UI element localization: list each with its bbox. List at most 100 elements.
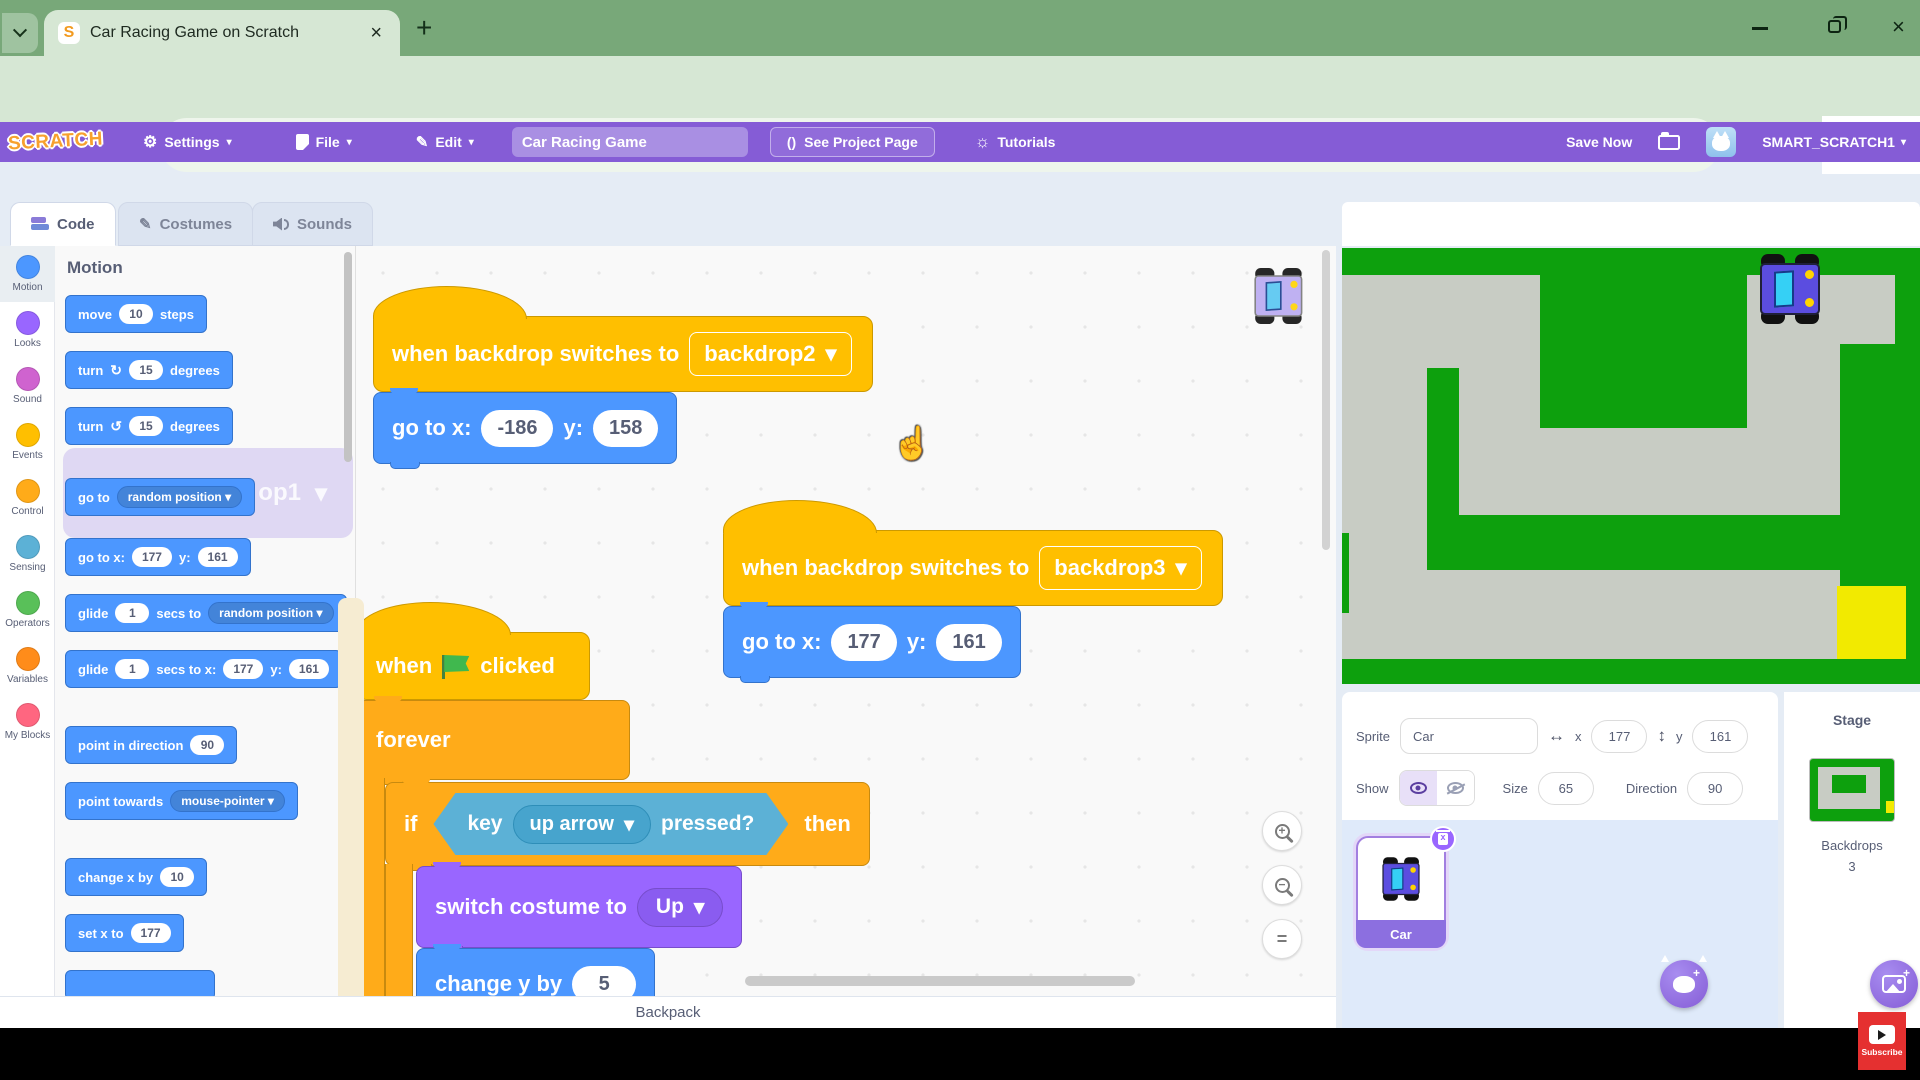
see-project-page-button[interactable]: () See Project Page [770, 127, 935, 157]
backpack-bar[interactable]: Backpack [0, 996, 1336, 1028]
sidebar-item-looks[interactable]: Looks [0, 302, 55, 358]
backdrop-dropdown[interactable]: backdrop2▾ [689, 332, 851, 376]
costume-dropdown[interactable]: Up▾ [637, 888, 724, 927]
direction-input[interactable]: 90 [1687, 772, 1743, 805]
block-input[interactable]: 177 [131, 923, 171, 943]
sidebar-item-sensing[interactable]: Sensing [0, 526, 55, 582]
block-goto-xy-b[interactable]: go to x: 177 y: 161 [723, 606, 1021, 678]
x-input[interactable]: 177 [831, 624, 896, 661]
y-input[interactable]: 158 [593, 410, 658, 447]
block-input[interactable]: 1 [115, 659, 149, 679]
sprite-card-car[interactable]: Car [1356, 836, 1446, 948]
backdrop-dropdown[interactable]: backdrop3▾ [1039, 546, 1201, 590]
block-key-pressed[interactable]: key up arrow▾ pressed? [433, 793, 788, 855]
sidebar-item-operators[interactable]: Operators [0, 582, 55, 638]
block-when-backdrop2[interactable]: when backdrop switches to backdrop2▾ [373, 316, 873, 392]
sidebar-item-variables[interactable]: Variables [0, 638, 55, 694]
block-switch-costume[interactable]: switch costume to Up▾ [416, 866, 742, 948]
account-menu[interactable]: SMART_SCRATCH1 ▾ [1762, 134, 1906, 150]
tutorials-button[interactable]: ☼ Tutorials [975, 132, 1056, 152]
delete-sprite-button[interactable] [1430, 826, 1456, 852]
palette-block[interactable]: glide1secs torandom position ▾ [65, 594, 347, 632]
block-dropdown[interactable]: mouse-pointer ▾ [170, 790, 285, 812]
block-dropdown[interactable]: random position ▾ [117, 486, 242, 508]
palette-block[interactable]: glide1secs to x:177y:161 [65, 650, 342, 688]
code-area[interactable]: when backdrop switches to backdrop2▾ go … [356, 246, 1336, 996]
block-input[interactable]: 1 [115, 603, 149, 623]
subscribe-badge[interactable]: Subscribe [1858, 1012, 1906, 1070]
car-sprite[interactable] [1757, 254, 1823, 324]
block-input[interactable]: 15 [129, 416, 163, 436]
sidebar-item-control[interactable]: Control [0, 470, 55, 526]
block-input[interactable]: 10 [119, 304, 153, 324]
palette-block[interactable]: point in direction90 [65, 726, 237, 764]
block-change-y[interactable]: change y by 5 [416, 948, 655, 996]
zoom-reset-button[interactable]: = [1262, 919, 1302, 959]
close-button[interactable]: × [1892, 16, 1905, 38]
block-when-flag-clicked[interactable]: when clicked [357, 632, 590, 700]
tab-search-button[interactable] [2, 13, 38, 53]
sidebar-item-my-blocks[interactable]: My Blocks [0, 694, 55, 750]
palette-scrollbar[interactable] [344, 252, 352, 462]
zoom-in-button[interactable] [1262, 811, 1302, 851]
file-menu[interactable]: File ▾ [284, 122, 364, 162]
palette-block[interactable]: go to x:177y:161 [65, 538, 251, 576]
key-dropdown[interactable]: up arrow▾ [513, 805, 652, 844]
palette-block[interactable]: go torandom position ▾ [65, 478, 255, 516]
block-input[interactable]: 161 [289, 659, 329, 679]
x-input[interactable]: -186 [481, 410, 553, 447]
add-backdrop-button[interactable]: + [1870, 960, 1918, 1008]
sprite-y-input[interactable]: 161 [1692, 720, 1748, 753]
settings-menu[interactable]: ⚙ Settings ▾ [131, 122, 244, 162]
value-input[interactable]: 5 [572, 966, 636, 997]
save-now-button[interactable]: Save Now [1566, 134, 1632, 150]
sidebar-item-sound[interactable]: Sound [0, 358, 55, 414]
palette-block[interactable]: set x to177 [65, 914, 184, 952]
block-input[interactable]: 177 [223, 659, 263, 679]
sidebar-item-events[interactable]: Events [0, 414, 55, 470]
edit-menu[interactable]: ✎ Edit ▾ [404, 122, 486, 162]
vertical-scrollbar[interactable] [1322, 250, 1330, 550]
folder-icon[interactable] [1658, 135, 1680, 150]
tab-sounds[interactable]: Sounds [252, 202, 373, 246]
stage-selector-panel[interactable]: Stage Backdrops 3 + [1784, 692, 1920, 1028]
sprite-x-input[interactable]: 177 [1591, 720, 1647, 753]
block-if-then[interactable]: if key up arrow▾ pressed? then [385, 782, 870, 866]
new-tab-button[interactable]: + [416, 12, 432, 44]
palette-block[interactable]: change x by10 [65, 858, 207, 896]
stage-canvas[interactable] [1342, 248, 1920, 684]
block-input[interactable]: 90 [190, 735, 224, 755]
palette-block[interactable]: turn↺15degrees [65, 407, 233, 445]
project-name-input[interactable] [512, 127, 748, 157]
block-dropdown[interactable]: random position ▾ [208, 602, 333, 624]
block-when-backdrop3[interactable]: when backdrop switches to backdrop3▾ [723, 530, 1223, 606]
block-goto-xy-a[interactable]: go to x: -186 y: 158 [373, 392, 677, 464]
block-forever[interactable]: forever [357, 700, 630, 780]
browser-tab[interactable]: S Car Racing Game on Scratch × [44, 10, 400, 56]
block-input[interactable]: 10 [160, 867, 194, 887]
sprite-name-input[interactable] [1400, 718, 1538, 754]
show-visible-button[interactable] [1400, 771, 1437, 805]
palette-block-partial[interactable] [65, 970, 215, 996]
horizontal-scrollbar[interactable] [745, 976, 1135, 986]
backdrop-thumbnail[interactable] [1809, 758, 1895, 822]
tab-code[interactable]: Code [10, 202, 116, 246]
minimize-button[interactable] [1752, 27, 1768, 30]
palette-block[interactable]: turn↻15degrees [65, 351, 233, 389]
palette-block[interactable]: point towardsmouse-pointer ▾ [65, 782, 298, 820]
y-input[interactable]: 161 [936, 624, 1001, 661]
tab-close-button[interactable]: × [366, 22, 386, 45]
avatar[interactable] [1706, 127, 1736, 157]
add-sprite-button[interactable]: + [1660, 960, 1708, 1008]
block-input[interactable]: 177 [132, 547, 172, 567]
show-hidden-button[interactable] [1437, 771, 1474, 805]
scratch-logo[interactable]: SCRATCH [7, 129, 103, 156]
tab-costumes[interactable]: ✎ Costumes [118, 202, 253, 246]
block-input[interactable]: 15 [129, 360, 163, 380]
size-input[interactable]: 65 [1538, 772, 1594, 805]
sidebar-item-motion[interactable]: Motion [0, 246, 55, 302]
zoom-out-button[interactable] [1262, 865, 1302, 905]
restore-button[interactable] [1828, 20, 1841, 33]
palette-block[interactable]: move10steps [65, 295, 207, 333]
block-input[interactable]: 161 [198, 547, 238, 567]
